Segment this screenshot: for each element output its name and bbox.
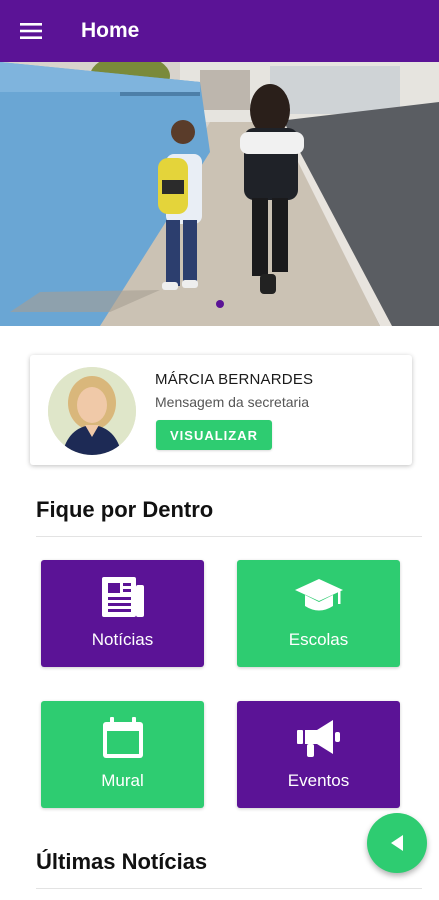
carousel-indicator[interactable] bbox=[216, 300, 224, 308]
calendar-icon bbox=[102, 717, 143, 758]
view-message-button[interactable]: VISUALIZAR bbox=[156, 420, 272, 450]
hero-photo bbox=[0, 62, 439, 326]
avatar bbox=[48, 367, 136, 455]
tile-eventos[interactable]: Eventos bbox=[237, 701, 400, 808]
menu-button[interactable] bbox=[0, 0, 62, 62]
menu-icon bbox=[20, 23, 42, 39]
hero-carousel[interactable] bbox=[0, 62, 439, 326]
secretary-card: MÁRCIA BERNARDES Mensagem da secretaria … bbox=[30, 355, 412, 465]
section-divider bbox=[36, 536, 422, 537]
tile-label: Notícias bbox=[91, 630, 154, 649]
avatar-photo bbox=[48, 367, 136, 455]
secretary-role: Mensagem da secretaria bbox=[155, 394, 310, 410]
section-divider bbox=[36, 888, 422, 889]
app-bar: Home bbox=[0, 0, 439, 62]
megaphone-icon bbox=[296, 720, 340, 757]
tile-label: Escolas bbox=[288, 630, 349, 649]
secretary-name: MÁRCIA BERNARDES bbox=[155, 371, 314, 388]
play-left-icon bbox=[391, 835, 403, 851]
newspaper-icon bbox=[101, 577, 144, 617]
graduation-cap-icon bbox=[294, 579, 343, 611]
section-title-news: Últimas Notícias bbox=[36, 849, 208, 874]
tile-label: Eventos bbox=[287, 771, 350, 790]
tile-noticias[interactable]: Notícias bbox=[41, 560, 204, 667]
tile-mural[interactable]: Mural bbox=[41, 701, 204, 808]
floating-action-button[interactable] bbox=[367, 813, 427, 873]
tile-escolas[interactable]: Escolas bbox=[237, 560, 400, 667]
section-title-inside: Fique por Dentro bbox=[36, 497, 214, 522]
page-title: Home bbox=[81, 19, 140, 42]
tile-label: Mural bbox=[101, 771, 144, 790]
